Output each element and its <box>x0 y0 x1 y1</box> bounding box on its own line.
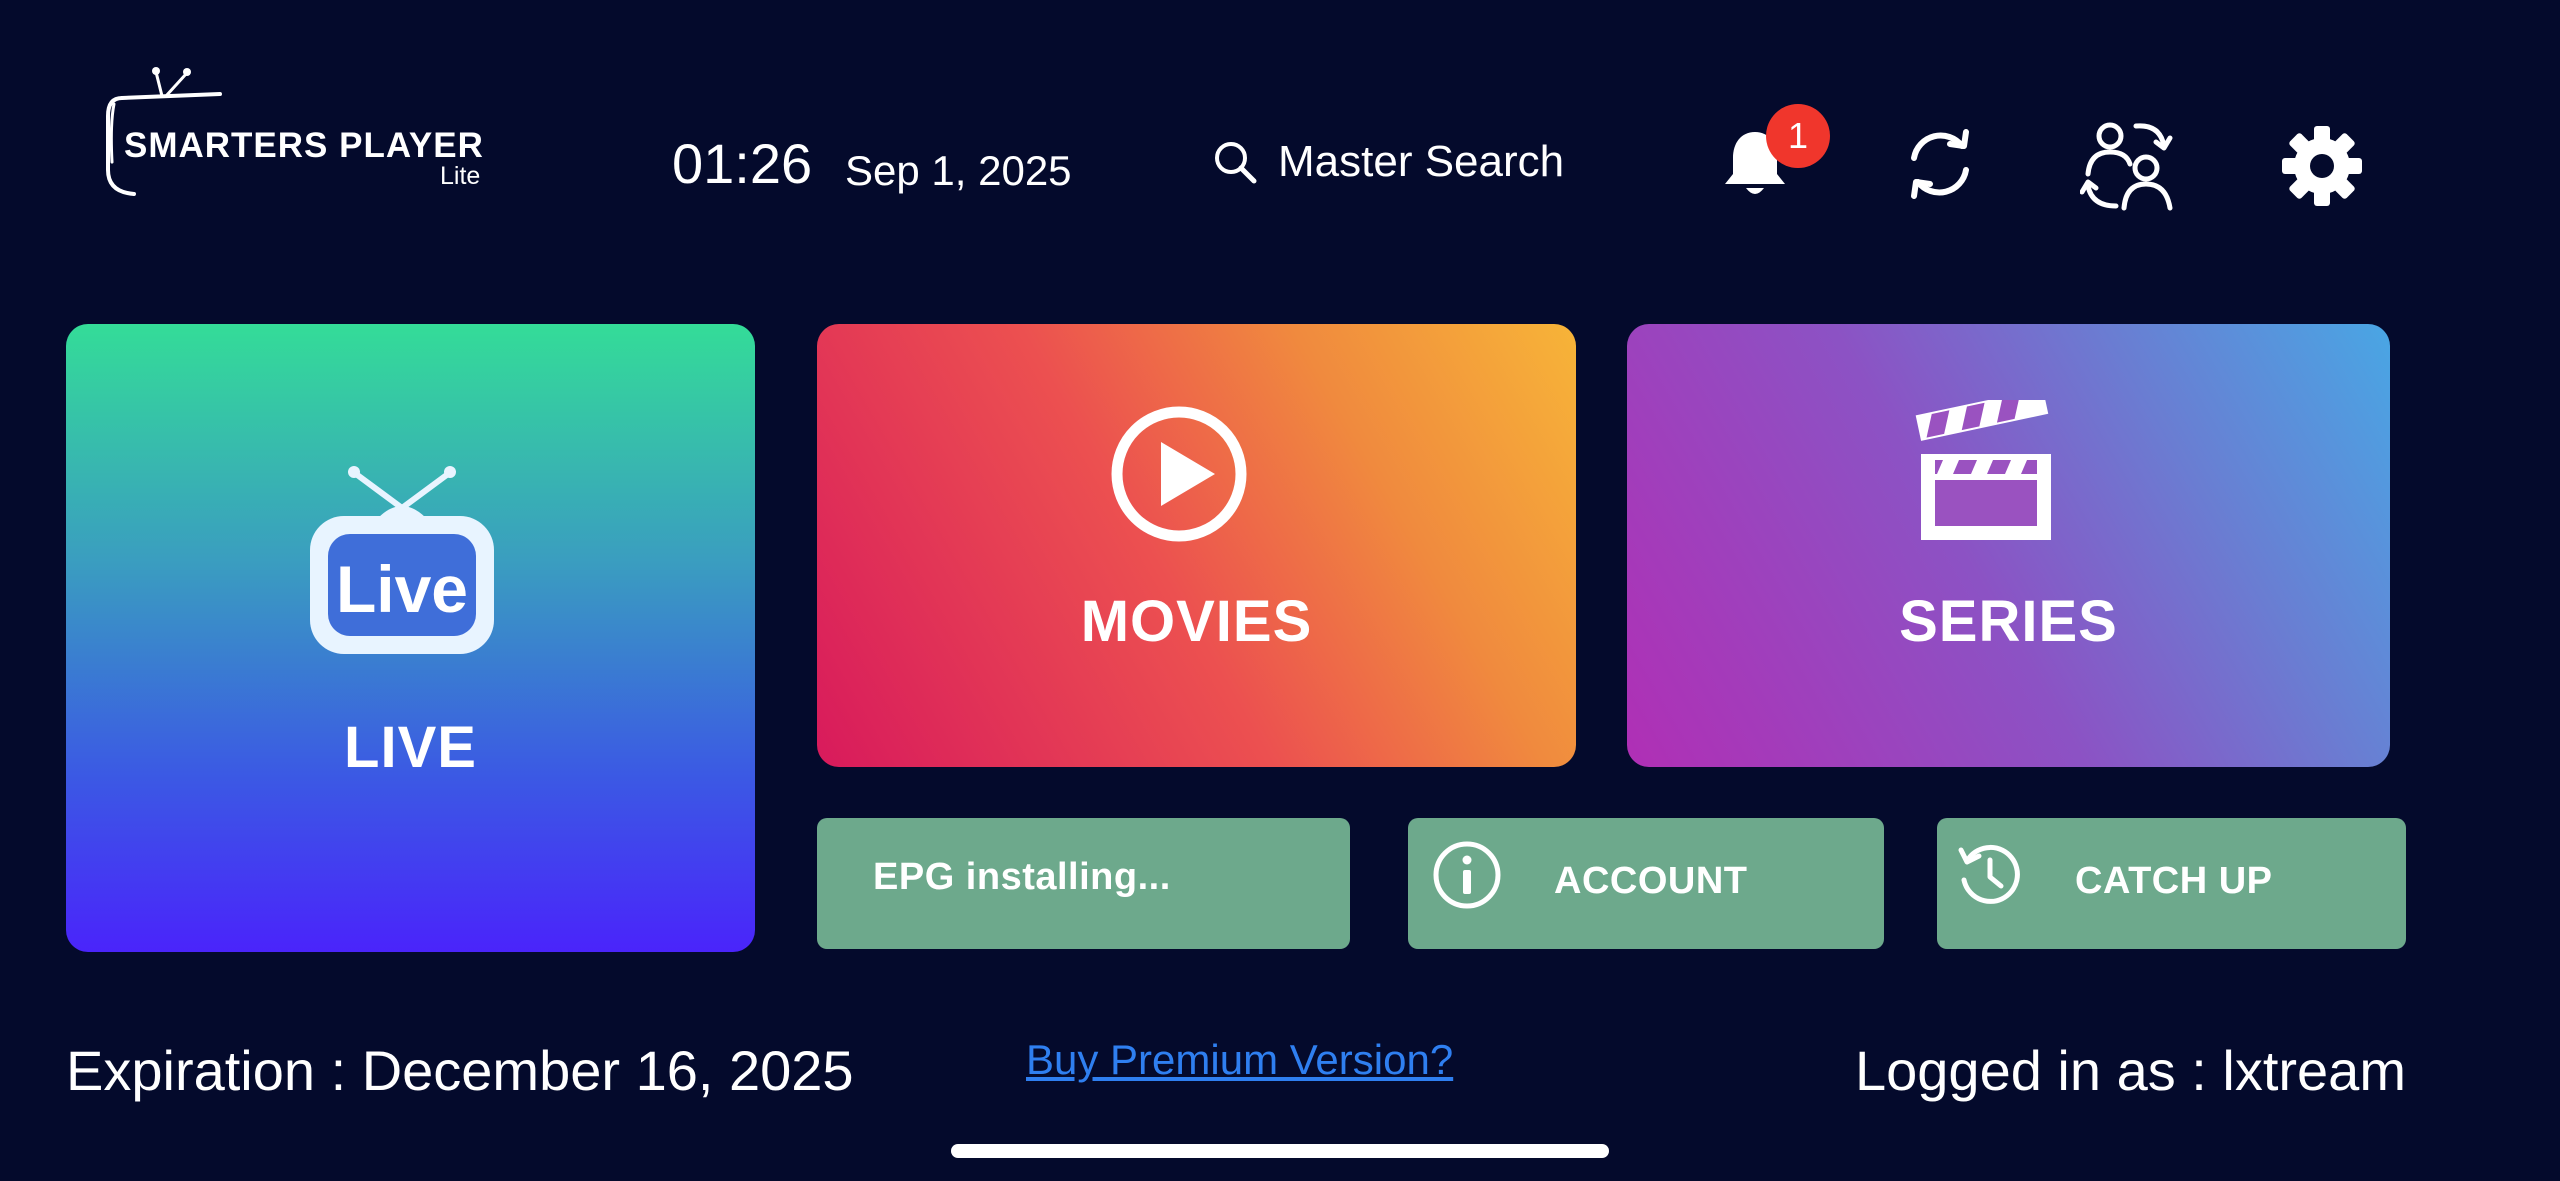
refresh-button[interactable] <box>1900 124 1980 204</box>
play-circle-icon <box>1111 406 1247 542</box>
catchup-label: CATCH UP <box>2075 860 2273 902</box>
catchup-tile[interactable]: CATCH UP <box>1937 818 2406 949</box>
live-icon-text: Live <box>336 552 468 626</box>
app-logo: SMARTERS PLAYER Lite <box>100 64 500 204</box>
account-label: ACCOUNT <box>1554 860 1748 902</box>
live-tv-icon: Live <box>310 466 494 654</box>
clock-date: Sep 1, 2025 <box>845 147 1072 194</box>
history-icon <box>1958 844 2020 904</box>
home-indicator[interactable] <box>951 1144 1609 1158</box>
buy-premium-link[interactable]: Buy Premium Version? <box>1026 1036 1453 1084</box>
clapperboard-icon <box>1915 400 2051 540</box>
account-tile[interactable]: ACCOUNT <box>1408 818 1884 949</box>
expiration-text: Expiration : December 16, 2025 <box>66 1039 854 1102</box>
switch-user-button[interactable] <box>2079 116 2180 212</box>
series-label: SERIES <box>1899 589 2118 654</box>
notification-badge: 1 <box>1766 104 1830 168</box>
clock-time: 01:26 <box>672 132 813 195</box>
live-label: LIVE <box>344 715 477 780</box>
live-tile[interactable]: Live LIVE <box>66 324 755 952</box>
movies-label: MOVIES <box>1080 589 1313 654</box>
master-search-button[interactable]: Master Search <box>1212 134 1564 190</box>
logo-subtitle: Lite <box>440 162 481 190</box>
series-tile[interactable]: SERIES <box>1627 324 2390 767</box>
refresh-icon <box>1911 129 1969 199</box>
movies-tile[interactable]: MOVIES <box>817 324 1576 767</box>
logo-title: SMARTERS PLAYER <box>124 126 484 165</box>
logged-in-text: Logged in as : lxtream <box>1855 1039 2406 1102</box>
gear-icon <box>2282 126 2362 206</box>
search-label: Master Search <box>1278 137 1565 186</box>
epg-label: EPG installing... <box>873 856 1171 898</box>
settings-button[interactable] <box>2280 124 2364 208</box>
search-icon <box>1215 142 1257 184</box>
info-icon <box>1433 841 1501 909</box>
home-screen: SMARTERS PLAYER Lite 01:26 Sep 1, 2025 M… <box>0 0 2560 1181</box>
switch-user-icon <box>2079 122 2173 211</box>
epg-tile[interactable]: EPG installing... <box>817 818 1350 949</box>
